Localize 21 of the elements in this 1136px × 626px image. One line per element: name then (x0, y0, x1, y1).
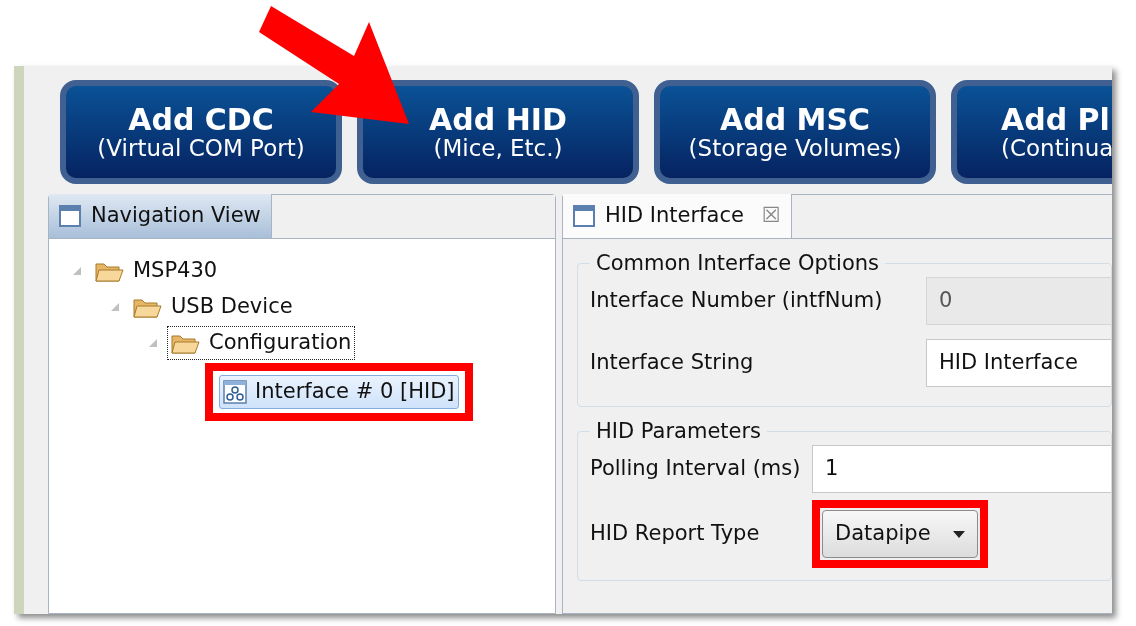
caret-icon (952, 530, 965, 538)
tree-item[interactable]: Interface # 0 [HID] (219, 375, 459, 409)
input-field[interactable]: HID Interface (926, 339, 1111, 387)
view-tab[interactable]: Navigation View (49, 194, 272, 238)
add-button[interactable]: Add MSC (Storage Volumes) (654, 80, 936, 184)
editor-tab[interactable]: HID Interface ☒ (563, 194, 792, 238)
add-button[interactable]: Add CDC (Virtual COM Port) (60, 80, 342, 184)
input-field[interactable]: 1 (812, 445, 1111, 493)
window-icon (573, 205, 595, 227)
field-label: Interface Number (intfNum) (590, 287, 884, 315)
field-label: Interface String (590, 349, 755, 377)
tree-item[interactable]: USB Device (129, 290, 297, 324)
window-icon (59, 205, 81, 227)
dropdown[interactable]: Datapipe (822, 510, 978, 558)
interface-icon (223, 380, 247, 404)
add-button[interactable]: Add Pl (Continua (951, 80, 1112, 184)
field-label: Polling Interval (ms) (590, 455, 802, 483)
tree-item[interactable]: MSP430 (91, 254, 222, 288)
tree-item[interactable]: Configuration (167, 326, 356, 360)
add-button[interactable]: Add HID (Mice, Etc.) (357, 80, 639, 184)
field-label: HID Report Type (590, 520, 761, 548)
